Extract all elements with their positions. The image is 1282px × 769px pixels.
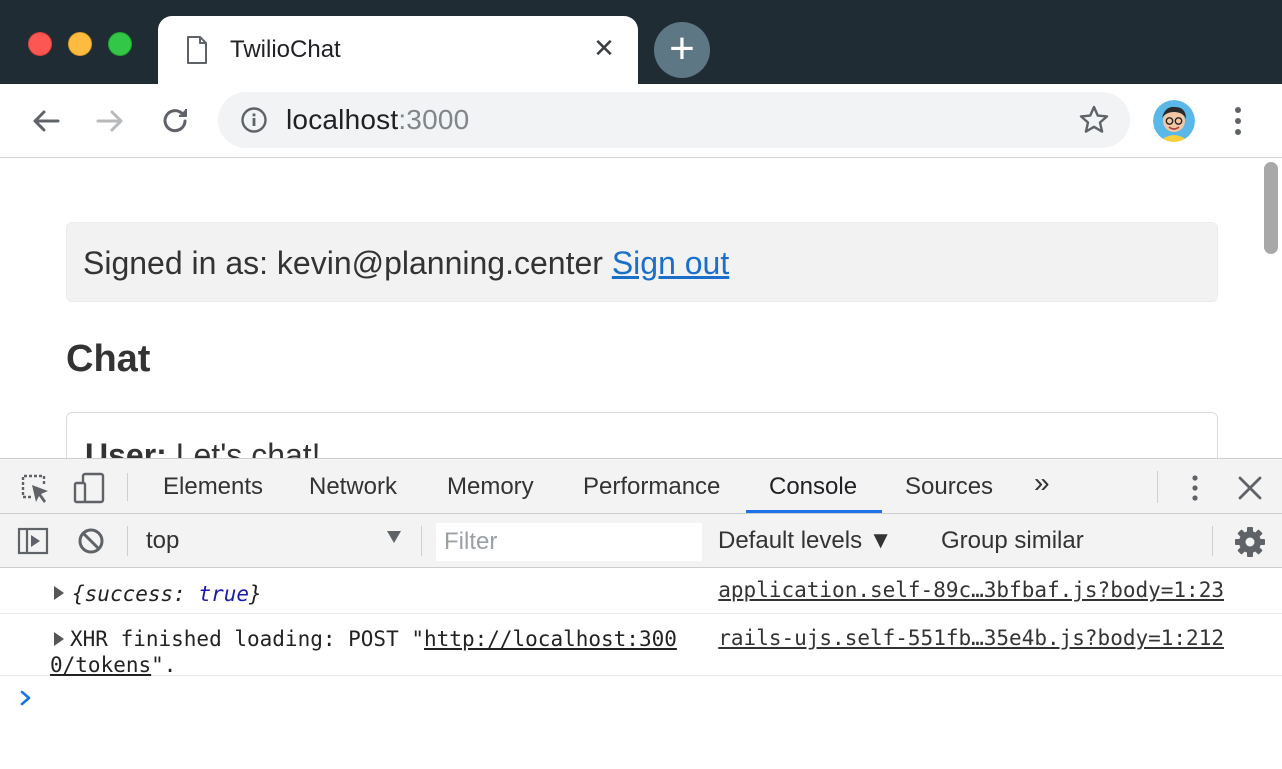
inspect-element-icon[interactable] [18, 471, 52, 505]
page-scrollbar-thumb[interactable] [1264, 162, 1278, 254]
console-toolbar: top Default levels ▼ Group similar [0, 514, 1282, 568]
page-title: Chat [66, 338, 151, 380]
window-close-button[interactable] [28, 32, 52, 56]
reload-icon[interactable] [155, 101, 195, 141]
document-icon [187, 36, 207, 64]
expand-arrow-icon[interactable] [54, 586, 64, 600]
devtools-tabbar: Elements Network Memory Performance Cons… [0, 459, 1282, 514]
tab-memory[interactable]: Memory [447, 473, 534, 501]
message-text: Let's chat! [175, 437, 321, 458]
console-prompt-icon[interactable] [18, 690, 34, 706]
vertical-dots-icon[interactable] [1222, 102, 1254, 140]
chat-messages-box: User: Let's chat! [66, 412, 1218, 458]
toolbar-divider [1157, 471, 1158, 503]
object-key: success [84, 582, 174, 606]
xhr-log-text: XHR finished loading: POST "http://local… [50, 626, 690, 678]
more-tabs-icon[interactable]: » [1034, 469, 1050, 497]
new-tab-button[interactable]: + [654, 22, 710, 78]
url-host: localhost [286, 104, 399, 135]
source-link[interactable]: rails-ujs.self-551fb…35e4b.js?body=1:212 [718, 626, 1224, 650]
toolbar-divider [1212, 526, 1213, 556]
browser-toolbar: localhost:3000 [0, 84, 1282, 158]
console-object[interactable]: {success: true} [72, 582, 262, 606]
show-sidebar-icon[interactable] [16, 524, 50, 558]
devtools-close-icon[interactable] [1233, 471, 1267, 505]
star-icon[interactable] [1078, 104, 1110, 136]
log-levels-dropdown[interactable]: Default levels ▼ [718, 526, 893, 556]
tab-elements[interactable]: Elements [163, 473, 263, 501]
address-bar[interactable]: localhost:3000 [218, 92, 1130, 148]
sign-out-link[interactable]: Sign out [612, 245, 729, 281]
tab-title: TwilioChat [230, 36, 341, 63]
url-port: :3000 [398, 104, 470, 135]
window-maximize-button[interactable] [108, 32, 132, 56]
window-minimize-button[interactable] [68, 32, 92, 56]
object-value: true [198, 582, 250, 606]
console-output: {success: true} application.self-89c…3bf… [0, 568, 1282, 769]
info-icon[interactable] [240, 106, 268, 134]
tab-close-icon[interactable]: ✕ [590, 34, 618, 62]
tab-network[interactable]: Network [309, 473, 397, 501]
signed-in-label: Signed in as: kevin@planning.center [83, 245, 603, 281]
url-text[interactable]: localhost:3000 [286, 105, 469, 135]
forward-arrow-icon[interactable] [90, 101, 130, 141]
device-toolbar-icon[interactable] [72, 471, 106, 505]
tab-console[interactable]: Console [769, 473, 857, 501]
back-arrow-icon[interactable] [26, 101, 66, 141]
profile-avatar-icon[interactable] [1153, 100, 1195, 142]
devtools-menu-icon[interactable] [1178, 471, 1212, 505]
signed-in-text: Signed in as: kevin@planning.center Sign… [83, 245, 729, 281]
source-link[interactable]: application.self-89c…3bfbaf.js?body=1:23 [718, 578, 1224, 602]
clear-console-icon[interactable] [74, 524, 108, 558]
console-filter-input[interactable] [436, 523, 702, 561]
signed-in-banner: Signed in as: kevin@planning.center Sign… [66, 222, 1218, 302]
tab-sources[interactable]: Sources [905, 473, 993, 501]
console-message: {success: true} application.self-89c…3bf… [0, 568, 1282, 614]
devtools-panel: Elements Network Memory Performance Cons… [0, 458, 1282, 768]
tab-performance[interactable]: Performance [583, 473, 720, 501]
toolbar-divider [421, 526, 422, 556]
object-brace-open: { [72, 582, 85, 606]
execution-context-select[interactable]: top [146, 526, 408, 556]
toolbar-divider [127, 526, 128, 556]
object-separator: : [173, 582, 199, 606]
chevron-down-icon [387, 531, 401, 543]
console-message: XHR finished loading: POST "http://local… [0, 614, 1282, 678]
browser-titlebar: TwilioChat ✕ + [0, 0, 1282, 84]
toolbar-divider [127, 473, 128, 501]
browser-tab-active[interactable]: TwilioChat ✕ [158, 16, 638, 84]
object-brace-close: } [249, 582, 262, 606]
active-tab-indicator [746, 510, 882, 513]
execution-context-value: top [146, 527, 180, 554]
page-viewport: Signed in as: kevin@planning.center Sign… [0, 158, 1282, 458]
group-similar-toggle[interactable]: Group similar [941, 526, 1084, 556]
gear-icon[interactable] [1234, 526, 1266, 558]
chat-message: User: Let's chat! [85, 437, 321, 458]
xhr-prefix: XHR finished loading: POST " [70, 627, 425, 651]
xhr-suffix: ". [151, 653, 177, 677]
message-author: User: [85, 437, 167, 458]
